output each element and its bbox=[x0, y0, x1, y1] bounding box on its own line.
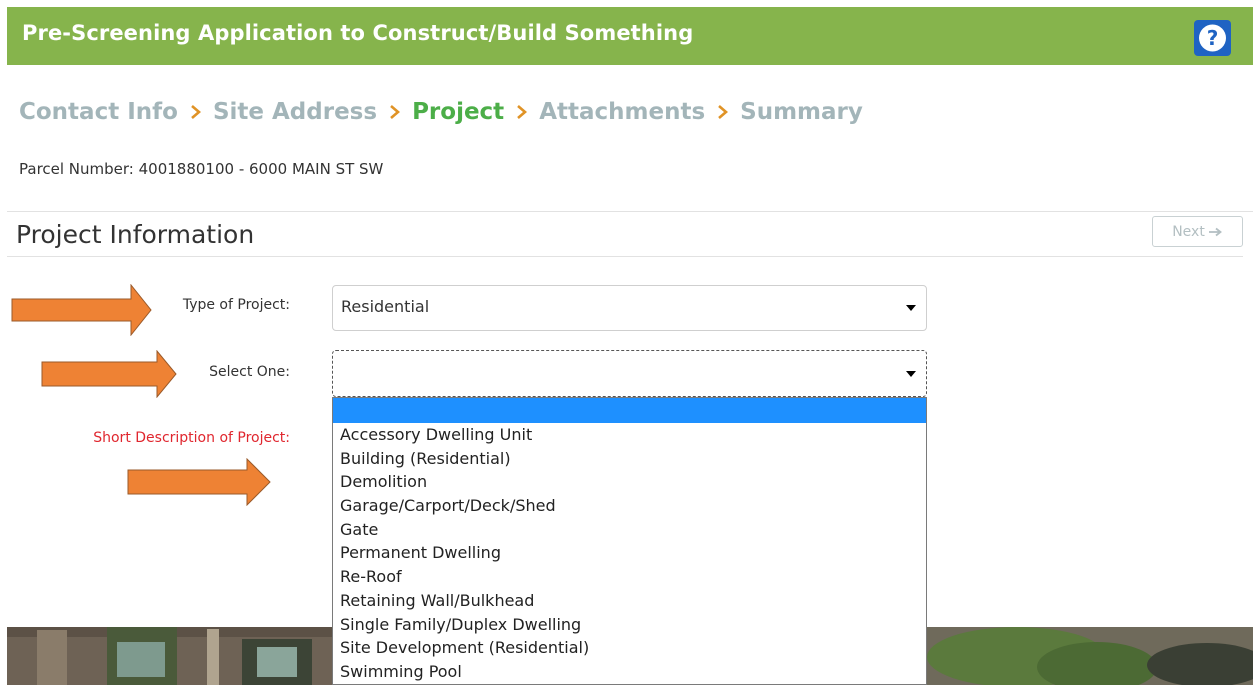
select-one-label: Select One: bbox=[209, 364, 290, 380]
dropdown-option[interactable]: Demolition bbox=[333, 470, 926, 494]
select-one-dropdown: Accessory Dwelling Unit Building (Reside… bbox=[332, 397, 927, 685]
step-contact-info[interactable]: Contact Info bbox=[19, 99, 178, 125]
next-button-label: Next bbox=[1172, 223, 1205, 240]
chevron-right-icon bbox=[390, 105, 401, 119]
arrow-annotation-icon bbox=[127, 458, 271, 506]
caret-down-icon bbox=[906, 305, 916, 311]
dropdown-option[interactable]: Re-Roof bbox=[333, 565, 926, 589]
select-one-select[interactable] bbox=[332, 350, 927, 397]
help-glyph: ? bbox=[1207, 26, 1219, 50]
short-description-label: Short Description of Project: bbox=[93, 430, 290, 446]
dropdown-option[interactable]: Site Development (Residential) bbox=[333, 636, 926, 660]
help-icon: ? bbox=[1199, 24, 1226, 52]
help-button[interactable]: ? bbox=[1194, 20, 1231, 56]
parcel-number: Parcel Number: 4001880100 - 6000 MAIN ST… bbox=[19, 160, 384, 178]
dropdown-option-blank[interactable] bbox=[333, 398, 926, 423]
step-breadcrumb: Contact Info Site Address Project Attach… bbox=[19, 97, 863, 127]
dropdown-option[interactable]: Retaining Wall/Bulkhead bbox=[333, 589, 926, 613]
arrow-annotation-icon bbox=[11, 284, 152, 336]
chevron-right-icon bbox=[517, 105, 528, 119]
type-of-project-select[interactable]: Residential bbox=[332, 285, 927, 331]
page-title: Pre-Screening Application to Construct/B… bbox=[22, 21, 694, 45]
next-button[interactable]: Next bbox=[1152, 216, 1243, 247]
dropdown-option[interactable]: Swimming Pool bbox=[333, 660, 926, 684]
dropdown-option[interactable]: Garage/Carport/Deck/Shed bbox=[333, 494, 926, 518]
type-of-project-label: Type of Project: bbox=[182, 297, 290, 313]
divider bbox=[7, 211, 1253, 212]
dropdown-option[interactable]: Gate bbox=[333, 518, 926, 542]
step-project[interactable]: Project bbox=[412, 99, 504, 125]
app-header: Pre-Screening Application to Construct/B… bbox=[7, 7, 1253, 65]
dropdown-option[interactable]: Single Family/Duplex Dwelling bbox=[333, 613, 926, 637]
type-of-project-value: Residential bbox=[341, 297, 430, 316]
step-attachments[interactable]: Attachments bbox=[539, 99, 705, 125]
arrow-right-icon bbox=[1208, 227, 1222, 236]
chevron-right-icon bbox=[191, 105, 201, 119]
divider bbox=[7, 256, 1243, 257]
section-title: Project Information bbox=[16, 220, 255, 249]
step-site-address[interactable]: Site Address bbox=[213, 99, 377, 125]
dropdown-option[interactable]: Accessory Dwelling Unit bbox=[333, 423, 926, 447]
caret-down-icon bbox=[906, 371, 916, 377]
step-summary[interactable]: Summary bbox=[740, 99, 863, 125]
dropdown-option[interactable]: Building (Residential) bbox=[333, 447, 926, 471]
dropdown-option[interactable]: Permanent Dwelling bbox=[333, 541, 926, 565]
chevron-right-icon bbox=[718, 105, 729, 119]
